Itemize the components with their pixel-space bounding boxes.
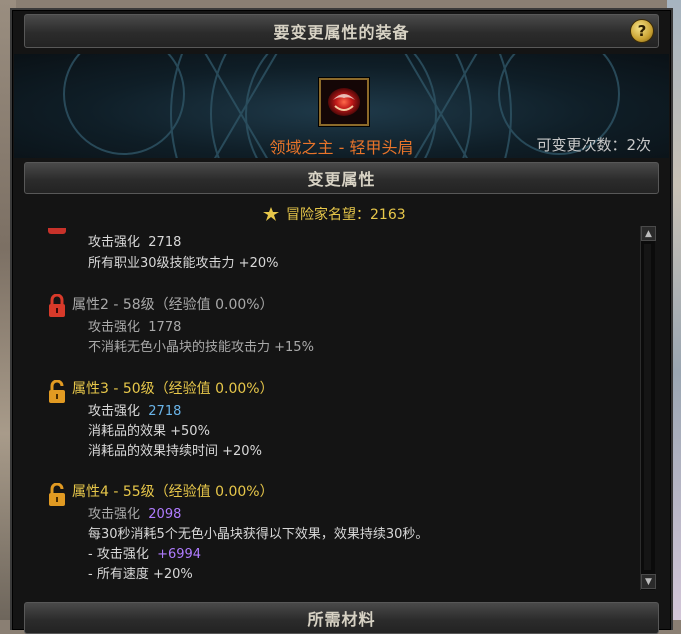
unlock-icon: [49, 483, 65, 506]
property-3-line-1: 攻击强化 2718: [88, 404, 182, 419]
change-attributes-header: 变更属性: [24, 162, 659, 194]
property-2-header: 属性2 - 58级（经验值 0.00%）: [72, 297, 274, 313]
help-icon: ?: [637, 22, 647, 40]
property-value: 2718: [148, 404, 182, 419]
attribute-list-scrollbar[interactable]: ▲ ▼: [640, 226, 656, 590]
property-2-line-2: 不消耗无色小晶块的技能攻击力 +15%: [88, 340, 314, 355]
help-button[interactable]: ?: [630, 19, 654, 43]
property-4-header: 属性4 - 55级（经验值 0.00%）: [72, 484, 274, 500]
property-value: 2098: [148, 507, 182, 522]
change-count: 可变更次数：2次: [536, 136, 651, 154]
adventurer-fame-icon: [263, 207, 279, 221]
property-4-line-3: - 攻击强化 +6994: [88, 547, 202, 562]
equipment-shoulder-icon: [321, 80, 367, 124]
property-value: 2718: [148, 235, 182, 250]
property-3-line-2: 消耗品的效果 +50%: [88, 424, 210, 439]
reputation-row: 冒险家名望：2163: [262, 204, 406, 224]
property-1-line-2: 所有职业30级技能攻击力 +20%: [88, 256, 279, 271]
attribute-change-window: 要变更属性的装备 ? 领域之主 - 轻甲头肩 可变更次数：2次 变更属性 冒险家…: [10, 8, 673, 634]
chevron-up-icon: ▲: [645, 228, 652, 239]
property-value: 1778: [148, 320, 182, 335]
property-4-line-1: 攻击强化 2098: [88, 507, 182, 522]
required-materials-title: 所需材料: [307, 610, 376, 629]
scroll-track[interactable]: [644, 244, 651, 570]
reputation-text: 冒险家名望：2163: [286, 207, 406, 223]
attribute-list: 冒险家名望：2163 攻击强化 2718 所有职业30级技能攻击力 +20% 属…: [22, 198, 642, 588]
scroll-down-button[interactable]: ▼: [641, 574, 656, 589]
property-3-header: 属性3 - 50级（经验值 0.00%）: [72, 381, 274, 397]
property-1-line-1: 攻击强化 2718: [88, 235, 182, 250]
property-value: +6994: [157, 547, 202, 562]
required-materials-header: 所需材料: [24, 602, 659, 634]
chevron-down-icon: ▼: [645, 576, 652, 587]
property-3-line-3: 消耗品的效果持续时间 +20%: [88, 444, 262, 459]
lock-icon: [49, 294, 65, 317]
lock-icon: [48, 228, 66, 234]
property-4-line-4: - 所有速度 +20%: [88, 567, 193, 582]
window-title: 要变更属性的装备: [273, 23, 410, 42]
property-4-line-2: 每30秒消耗5个无色小晶块获得以下效果，效果持续30秒。: [88, 527, 429, 542]
window-title-bar: 要变更属性的装备 ?: [24, 14, 659, 48]
property-2-line-1: 攻击强化 1778: [88, 320, 182, 335]
equipment-slot[interactable]: [319, 78, 369, 126]
change-attributes-title: 变更属性: [307, 170, 376, 189]
unlock-icon: [49, 380, 65, 403]
equipment-panel: 领域之主 - 轻甲头肩 可变更次数：2次: [14, 54, 669, 158]
scroll-up-button[interactable]: ▲: [641, 226, 656, 241]
